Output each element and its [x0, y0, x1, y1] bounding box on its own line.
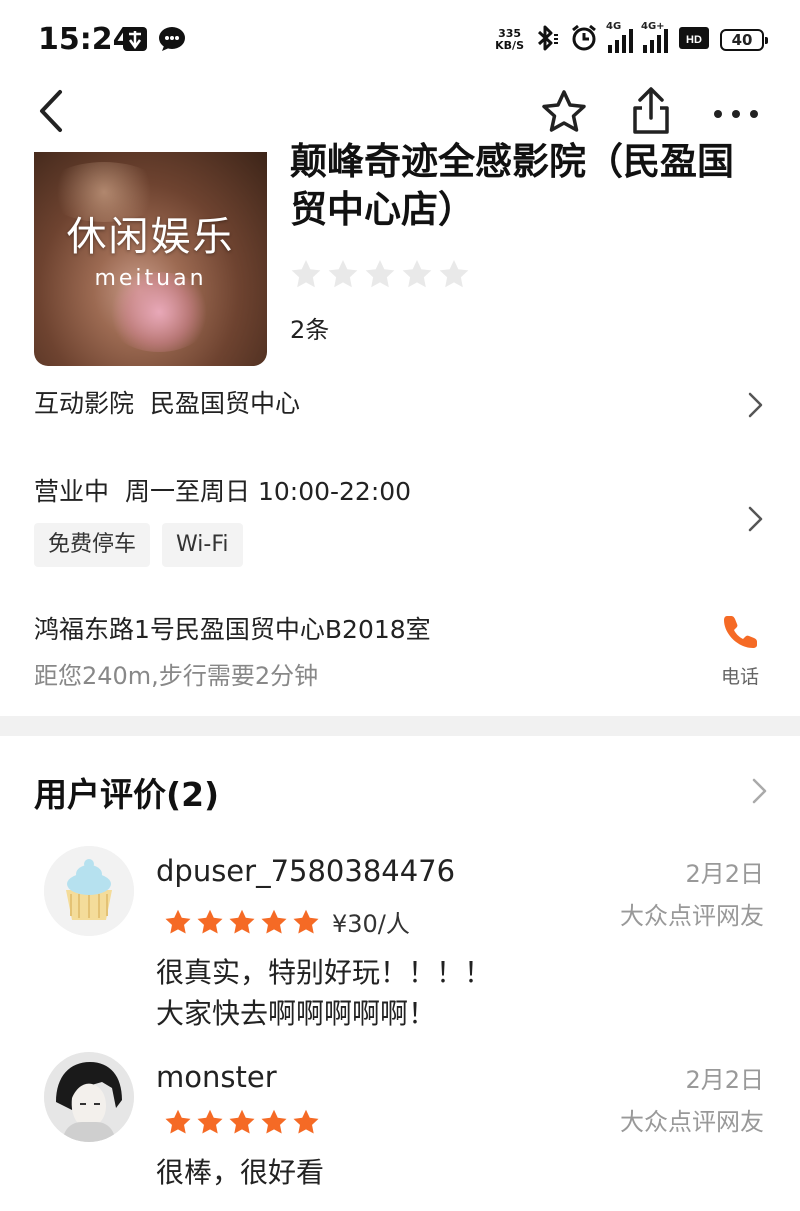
signal-1-icon: 4G [606, 21, 633, 53]
star-filled-icon [165, 1109, 191, 1134]
shop-rating-stars [290, 258, 470, 290]
category-row[interactable]: 互动影院 民盈国贸中心 [34, 384, 300, 420]
hd-voice-icon: HD [678, 24, 710, 56]
wechat-icon [158, 26, 185, 52]
more-icon[interactable] [708, 90, 764, 136]
reviews-title[interactable]: 用户评价(2) [34, 768, 219, 816]
shop-thumbnail[interactable]: 休闲娱乐 meituan [34, 152, 267, 366]
signal-2-icon: 4G+ [641, 21, 668, 53]
avatar[interactable] [44, 846, 134, 936]
opening-hours: 周一至周日 10:00-22:00 [125, 477, 412, 506]
tag-free-parking: 免费停车 [34, 523, 151, 567]
net-speed: 335 KB/S [495, 27, 524, 52]
tag-wifi: Wi-Fi [162, 523, 243, 567]
user-avatar-image [44, 1052, 134, 1142]
category-label: 互动影院 [34, 389, 135, 418]
phone-icon [724, 616, 757, 648]
star-empty-icon [328, 260, 358, 288]
phone-button[interactable]: 电话 [712, 612, 768, 689]
star-outline-icon[interactable] [538, 86, 590, 138]
review-source: 大众点评网友 [620, 1108, 764, 1136]
chevron-right-icon[interactable] [744, 390, 766, 420]
address[interactable]: 鸿福东路1号民盈国贸中心B2018室 [34, 610, 431, 646]
facility-tags: 免费停车 Wi-Fi [34, 523, 243, 567]
star-filled-icon [261, 909, 287, 934]
status-indicators: 335 KB/S 4G 4G+ HD 40 [495, 21, 768, 56]
status-bar: 15:24 335 KB/S 4G 4G+ HD 40 [0, 0, 800, 80]
hours-row[interactable]: 营业中 周一至周日 10:00-22:00 [34, 472, 411, 508]
open-status: 营业中 [34, 477, 110, 506]
review-date: 2月2日 [685, 860, 764, 888]
app-notification-icon [122, 26, 148, 52]
phone-label: 电话 [720, 666, 759, 688]
chevron-right-icon[interactable] [744, 504, 766, 534]
thumbnail-brand: meituan [94, 266, 207, 291]
avatar[interactable] [44, 1052, 134, 1142]
share-icon[interactable] [626, 84, 676, 138]
star-filled-icon [293, 1109, 319, 1134]
star-filled-icon [229, 1109, 255, 1134]
area-label: 民盈国贸中心 [150, 389, 301, 418]
review-price: ¥30/人 [332, 910, 410, 938]
shop-name: 颠峰奇迹全感影院（民盈国贸中心店） [290, 140, 734, 231]
section-divider [0, 716, 800, 736]
status-time: 15:24 [38, 22, 134, 57]
star-empty-icon [439, 260, 469, 288]
reviewer-name[interactable]: dpuser_7580384476 [156, 854, 455, 888]
bluetooth-icon [534, 24, 560, 56]
star-filled-icon [165, 909, 191, 934]
reviewer-name[interactable]: monster [156, 1060, 277, 1094]
chevron-right-icon[interactable] [748, 776, 770, 806]
review-source: 大众点评网友 [620, 902, 764, 930]
star-filled-icon [261, 1109, 287, 1134]
review-text: 很棒，很好看 [156, 1156, 325, 1189]
star-filled-icon [229, 909, 255, 934]
back-icon[interactable] [30, 84, 76, 138]
star-filled-icon [197, 1109, 223, 1134]
star-empty-icon [365, 260, 395, 288]
review-count: 2条 [290, 316, 330, 344]
thumbnail-title: 休闲娱乐 [66, 214, 235, 260]
star-empty-icon [291, 260, 321, 288]
review-text: 很真实，特别好玩！！！！ 大家快去啊啊啊啊啊！ [156, 956, 493, 1030]
review-rating [164, 1108, 320, 1136]
cupcake-avatar-icon [44, 846, 134, 936]
battery-indicator: 40 [720, 29, 768, 51]
star-filled-icon [197, 909, 223, 934]
svg-text:HD: HD [686, 34, 702, 46]
star-filled-icon [293, 909, 319, 934]
review-rating: ¥30/人 [164, 904, 410, 939]
distance-info: 距您240m,步行需要2分钟 [34, 662, 319, 690]
review-date: 2月2日 [685, 1066, 764, 1094]
alarm-icon [570, 24, 598, 56]
star-empty-icon [402, 260, 432, 288]
